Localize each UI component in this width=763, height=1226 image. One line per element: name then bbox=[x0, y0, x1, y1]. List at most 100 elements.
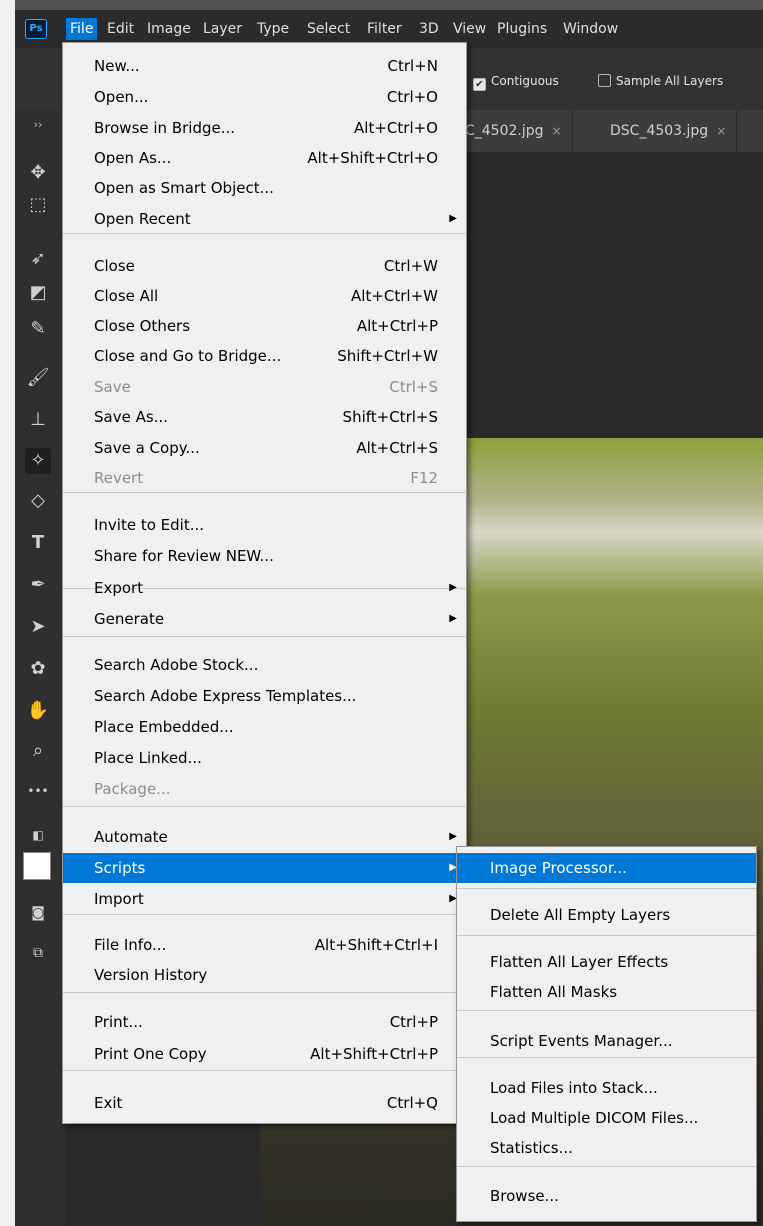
menu-item-open[interactable]: Open... Ctrl+O bbox=[63, 82, 466, 112]
menu-separator bbox=[63, 992, 466, 993]
script-item-browse[interactable]: Browse... bbox=[457, 1181, 756, 1211]
menu-item-browse-in-bridge[interactable]: Browse in Bridge... Alt+Ctrl+O bbox=[63, 113, 466, 143]
menu-item-import[interactable]: Import ▶ bbox=[63, 884, 466, 914]
menu-separator bbox=[457, 1057, 756, 1058]
menu-item-exit[interactable]: Exit Ctrl+Q bbox=[63, 1088, 466, 1118]
menu-file[interactable]: File bbox=[66, 18, 98, 40]
menu-item-shortcut: Shift+Ctrl+W bbox=[337, 347, 438, 365]
menu-separator bbox=[457, 1166, 756, 1167]
paint-bucket-icon[interactable]: ◇ bbox=[25, 488, 51, 514]
sample-all-layers-checkbox[interactable]: Sample All Layers bbox=[598, 73, 723, 89]
menu-item-place-embedded[interactable]: Place Embedded... bbox=[63, 712, 466, 742]
script-item-image-processor[interactable]: Image Processor... bbox=[457, 853, 756, 883]
menu-select[interactable]: Select bbox=[303, 18, 354, 40]
menu-item-label: Export bbox=[94, 579, 144, 597]
magic-eraser-icon[interactable]: ✧ bbox=[25, 448, 51, 474]
script-item-delete-all-empty-layers[interactable]: Delete All Empty Layers bbox=[457, 900, 756, 930]
more-icon[interactable]: ••• bbox=[25, 778, 51, 804]
menu-item-open-recent[interactable]: Open Recent ▶ bbox=[63, 204, 466, 234]
script-item-load-files-into-stack[interactable]: Load Files into Stack... bbox=[457, 1073, 756, 1103]
hand-icon[interactable]: ✋ bbox=[25, 698, 51, 724]
menu-item-export[interactable]: Export ▶ bbox=[63, 573, 466, 603]
menu-item-label: Import bbox=[94, 890, 144, 908]
menu-item-shortcut: Alt+Ctrl+S bbox=[356, 439, 438, 457]
menu-window[interactable]: Window bbox=[559, 18, 622, 40]
menu-item-generate[interactable]: Generate ▶ bbox=[63, 604, 466, 634]
menu-item-shortcut: Ctrl+P bbox=[389, 1013, 438, 1031]
file-menu: New... Ctrl+N Open... Ctrl+O Browse in Bridg… bbox=[62, 42, 467, 1124]
menu-plugins[interactable]: Plugins bbox=[493, 18, 551, 40]
path-select-icon[interactable]: ➤ bbox=[25, 614, 51, 640]
script-item-flatten-all-layer-effects[interactable]: Flatten All Layer Effects bbox=[457, 947, 756, 977]
menu-item-save-as[interactable]: Save As... Shift+Ctrl+S bbox=[63, 402, 466, 432]
foreground-color-swatch[interactable] bbox=[23, 852, 51, 880]
brush-icon[interactable]: 🖌 bbox=[25, 365, 51, 391]
menu-image[interactable]: Image bbox=[143, 18, 195, 40]
type-icon[interactable]: T bbox=[25, 530, 51, 556]
menu-item-open-as-smart-object[interactable]: Open as Smart Object... bbox=[63, 173, 466, 203]
script-item-flatten-all-masks[interactable]: Flatten All Masks bbox=[457, 977, 756, 1007]
menu-item-version-history[interactable]: Version History bbox=[63, 960, 466, 990]
menu-item-print-one-copy[interactable]: Print One Copy Alt+Shift+Ctrl+P bbox=[63, 1039, 466, 1069]
menu-item-close-all[interactable]: Close All Alt+Ctrl+W bbox=[63, 281, 466, 311]
menu-item-close-and-go-to-bridge[interactable]: Close and Go to Bridge... Shift+Ctrl+W bbox=[63, 341, 466, 371]
menu-item-search-adobe-express-templates[interactable]: Search Adobe Express Templates... bbox=[63, 681, 466, 711]
menu-item-label: Browse in Bridge... bbox=[94, 119, 236, 137]
swap-colors-icon[interactable]: ◧ bbox=[25, 822, 51, 848]
menu-layer[interactable]: Layer bbox=[199, 18, 246, 40]
menu-item-scripts[interactable]: Scripts ▶ bbox=[63, 853, 466, 883]
menu-item-label: Search Adobe Stock... bbox=[94, 656, 259, 674]
quick-mask-icon[interactable]: ◙ bbox=[25, 900, 51, 926]
close-icon[interactable]: × bbox=[552, 124, 562, 138]
menu-item-label: Script Events Manager... bbox=[490, 1032, 673, 1050]
pen-icon[interactable]: ✒ bbox=[25, 572, 51, 598]
move-icon[interactable]: ✥ bbox=[25, 160, 51, 186]
menu-item-label: Browse... bbox=[490, 1187, 559, 1205]
lasso-icon[interactable]: ➶ bbox=[25, 246, 51, 272]
object-select-icon[interactable]: ◩ bbox=[25, 280, 51, 306]
menu-item-shortcut: Alt+Shift+Ctrl+P bbox=[310, 1045, 438, 1063]
menu-item-label: Flatten All Layer Effects bbox=[490, 953, 669, 971]
menu-item-automate[interactable]: Automate ▶ bbox=[63, 822, 466, 852]
menu-type[interactable]: Type bbox=[253, 18, 293, 40]
menu-item-revert: Revert F12 bbox=[63, 463, 466, 493]
marquee-icon[interactable]: ⬚ bbox=[25, 192, 51, 218]
close-icon[interactable]: × bbox=[716, 124, 726, 138]
screen-mode-icon[interactable]: ⧉ bbox=[25, 940, 51, 966]
menu-item-package: Package... bbox=[63, 774, 466, 804]
collapse-icon[interactable]: ›› bbox=[25, 112, 51, 138]
menu-item-place-linked[interactable]: Place Linked... bbox=[63, 743, 466, 773]
menu-item-new[interactable]: New... Ctrl+N bbox=[63, 51, 466, 81]
menu-3d[interactable]: 3D bbox=[415, 18, 443, 40]
menu-item-file-info[interactable]: File Info... Alt+Shift+Ctrl+I bbox=[63, 930, 466, 960]
stamp-icon[interactable]: ⊥ bbox=[25, 407, 51, 433]
menu-item-print[interactable]: Print... Ctrl+P bbox=[63, 1007, 466, 1037]
menu-item-save-a-copy[interactable]: Save a Copy... Alt+Ctrl+S bbox=[63, 433, 466, 463]
tab-label: C_4502.jpg bbox=[465, 123, 544, 139]
menu-item-close-others[interactable]: Close Others Alt+Ctrl+P bbox=[63, 311, 466, 341]
menu-view[interactable]: View bbox=[449, 18, 490, 40]
tab-dsc-4502[interactable]: C_4502.jpg × bbox=[455, 110, 573, 152]
menu-item-label: Open as Smart Object... bbox=[94, 179, 274, 197]
tab-dsc-4503[interactable]: DSC_4503.jpg × bbox=[600, 110, 738, 152]
photoshop-logo[interactable]: Ps bbox=[25, 19, 47, 39]
menu-item-label: Place Embedded... bbox=[94, 718, 234, 736]
menu-item-label: Open Recent bbox=[94, 210, 191, 228]
checkmark-icon: ✔ bbox=[473, 78, 486, 91]
menu-item-invite-to-edit[interactable]: Invite to Edit... bbox=[63, 510, 466, 540]
shape-icon[interactable]: ✿ bbox=[25, 656, 51, 682]
menu-item-search-adobe-stock[interactable]: Search Adobe Stock... bbox=[63, 650, 466, 680]
script-item-script-events-manager[interactable]: Script Events Manager... bbox=[457, 1026, 756, 1056]
eyedropper-icon[interactable]: ✎ bbox=[25, 316, 51, 342]
menu-item-share-for-review-new[interactable]: Share for Review NEW... bbox=[63, 541, 466, 571]
script-item-statistics[interactable]: Statistics... bbox=[457, 1133, 756, 1163]
menu-edit[interactable]: Edit bbox=[103, 18, 138, 40]
zoom-icon[interactable]: ⌕ bbox=[25, 738, 51, 764]
menu-item-close[interactable]: Close Ctrl+W bbox=[63, 251, 466, 281]
menu-filter[interactable]: Filter bbox=[363, 18, 406, 40]
menu-item-label: Exit bbox=[94, 1094, 123, 1112]
script-item-load-multiple-dicom-files[interactable]: Load Multiple DICOM Files... bbox=[457, 1103, 756, 1133]
menu-item-label: Revert bbox=[94, 469, 144, 487]
contiguous-checkbox[interactable]: ✔ Contiguous bbox=[473, 73, 559, 91]
menu-item-open-as[interactable]: Open As... Alt+Shift+Ctrl+O bbox=[63, 143, 466, 173]
